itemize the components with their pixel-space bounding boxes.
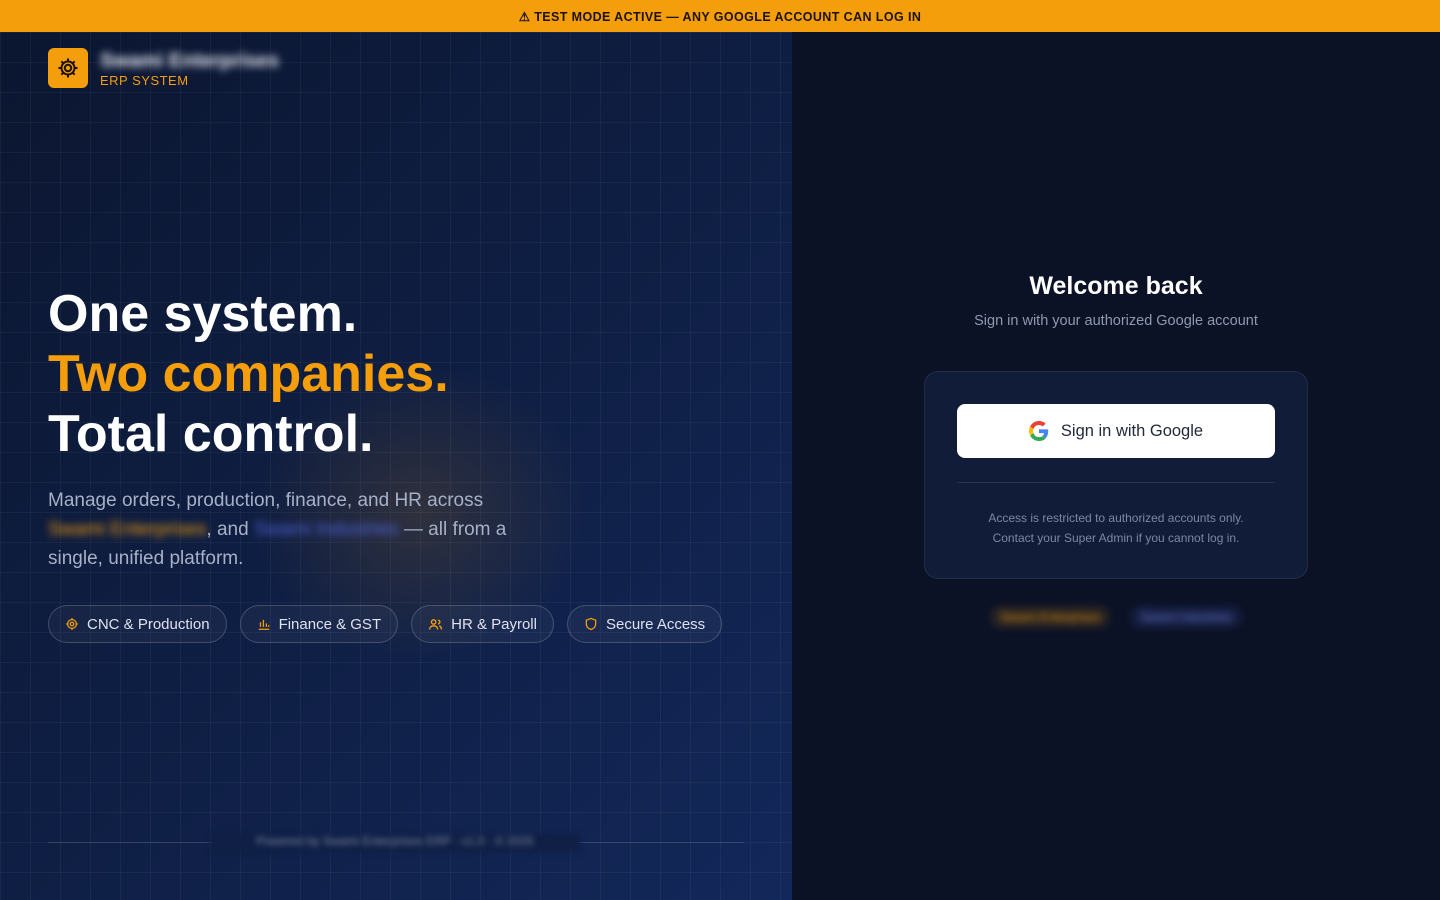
login-subtitle: Sign in with your authorized Google acco… bbox=[974, 313, 1258, 329]
brand-name: Swami Enterprises bbox=[100, 50, 279, 72]
feature-label: Finance & GST bbox=[278, 615, 382, 633]
hero-headline: One system. Two companies. Total control… bbox=[48, 284, 449, 464]
hero-panel: Swami Enterprises ERP SYSTEM One system.… bbox=[0, 32, 792, 900]
test-mode-banner: ⚠ TEST MODE ACTIVE — ANY GOOGLE ACCOUNT … bbox=[0, 0, 1440, 32]
feature-pills: CNC & Production Finance & GST HR & Payr… bbox=[48, 605, 723, 643]
login-title: Welcome back bbox=[1029, 272, 1203, 300]
login-panel: Welcome back Sign in with your authorize… bbox=[792, 32, 1440, 900]
banner-text: ⚠ TEST MODE ACTIVE — ANY GOOGLE ACCOUNT … bbox=[518, 9, 922, 24]
gear-icon bbox=[48, 48, 88, 88]
access-note-line-1: Access is restricted to authorized accou… bbox=[988, 511, 1244, 525]
google-icon bbox=[1028, 421, 1049, 441]
access-note: Access is restricted to authorized accou… bbox=[945, 508, 1287, 548]
feature-pill-secure: Secure Access bbox=[566, 605, 723, 643]
feature-pill-finance: Finance & GST bbox=[239, 605, 399, 643]
company-tag-1: Swami Enterprises bbox=[990, 606, 1111, 628]
access-note-line-2: Contact your Super Admin if you cannot l… bbox=[992, 531, 1240, 545]
shield-icon bbox=[584, 617, 598, 631]
google-button-label: Sign in with Google bbox=[1060, 421, 1204, 440]
company-name-2: Swami Industries bbox=[253, 519, 399, 540]
feature-pill-hr: HR & Payroll bbox=[411, 605, 554, 643]
feature-pill-cnc: CNC & Production bbox=[48, 605, 227, 643]
card-divider bbox=[957, 482, 1275, 483]
footer-text: Powered by Swami Enterprises ERP · v1.0 … bbox=[210, 834, 580, 852]
headline-line-3: Total control. bbox=[48, 405, 374, 463]
desc-part-1: Manage orders, production, finance, and … bbox=[48, 490, 484, 511]
company-name-1: Swami Enterprises bbox=[48, 519, 207, 540]
headline-line-2: Two companies. bbox=[48, 345, 449, 403]
bar-chart-icon bbox=[257, 617, 271, 631]
login-card: Sign in with Google Access is restricted… bbox=[924, 371, 1308, 579]
feature-label: Secure Access bbox=[605, 615, 706, 633]
gear-icon bbox=[65, 617, 79, 631]
hero-description: Manage orders, production, finance, and … bbox=[48, 486, 508, 573]
headline-line-1: One system. bbox=[48, 285, 358, 343]
feature-label: HR & Payroll bbox=[451, 615, 537, 633]
desc-part-2: , and bbox=[206, 519, 249, 540]
brand: Swami Enterprises ERP SYSTEM bbox=[48, 48, 279, 88]
users-icon bbox=[428, 617, 443, 632]
google-sign-in-button[interactable]: Sign in with Google bbox=[957, 404, 1275, 458]
feature-label: CNC & Production bbox=[87, 615, 210, 633]
company-tags: Swami Enterprises Swami Industries bbox=[792, 606, 1440, 628]
company-tag-2: Swami Industries bbox=[1130, 606, 1242, 628]
brand-subtitle: ERP SYSTEM bbox=[100, 73, 189, 88]
